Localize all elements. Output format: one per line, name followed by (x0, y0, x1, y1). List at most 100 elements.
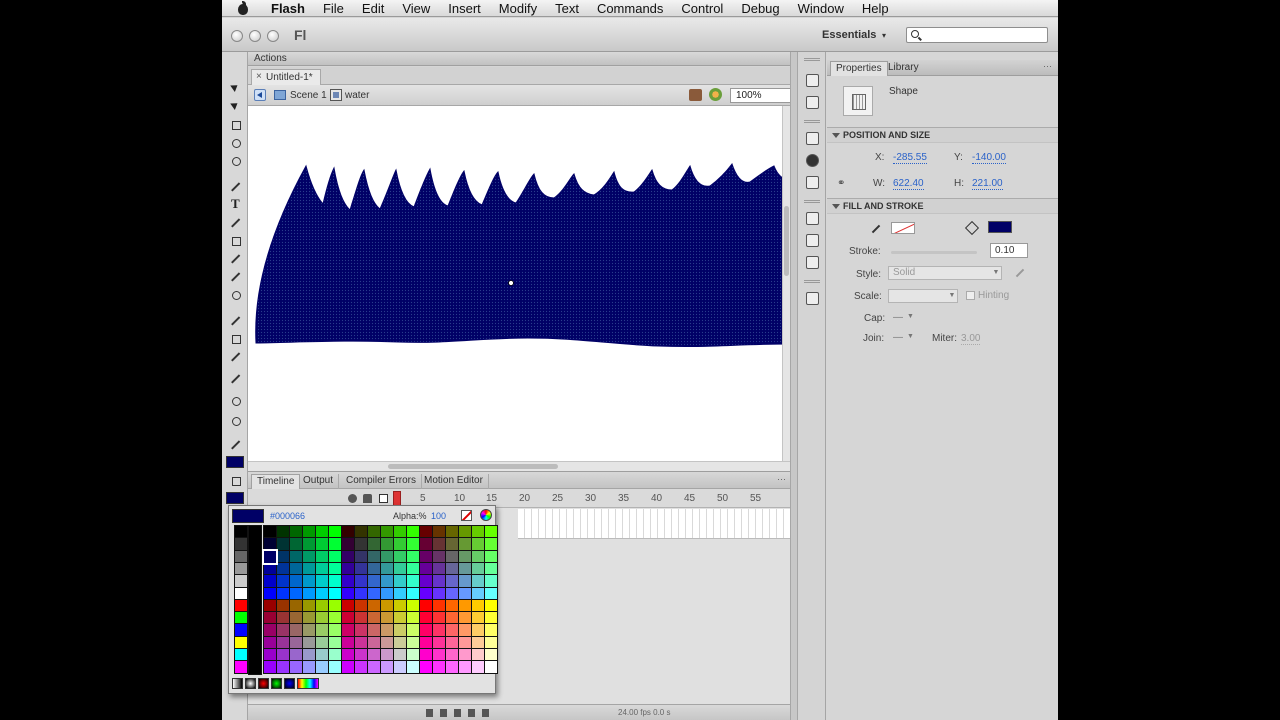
color-panel-icon[interactable] (806, 74, 819, 87)
color-swatch[interactable] (471, 525, 485, 539)
color-swatch[interactable] (380, 660, 394, 675)
color-swatch[interactable] (445, 648, 459, 662)
color-swatch[interactable] (328, 561, 342, 576)
color-swatch[interactable] (341, 623, 355, 638)
color-swatch[interactable] (276, 623, 290, 638)
chevron-down-icon[interactable]: ▼ (991, 267, 1001, 279)
panel-grip-icon[interactable]: ⋯ (777, 474, 786, 485)
color-swatch[interactable] (432, 574, 446, 589)
color-swatch[interactable] (263, 586, 277, 601)
color-swatch[interactable] (315, 525, 329, 539)
step-forward-icon[interactable] (468, 709, 475, 717)
color-swatch[interactable] (276, 648, 290, 662)
color-swatch[interactable] (354, 574, 368, 589)
close-window-button[interactable] (231, 30, 243, 42)
menu-modify[interactable]: Modify (490, 1, 546, 16)
align-panel-icon[interactable] (806, 132, 819, 145)
color-swatch[interactable] (263, 635, 277, 650)
color-swatch[interactable] (445, 660, 459, 675)
color-swatch[interactable] (484, 549, 498, 564)
color-swatch[interactable] (367, 574, 381, 589)
section-fill-stroke[interactable]: FILL AND STROKE (827, 198, 1058, 214)
color-swatch[interactable] (445, 574, 459, 589)
color-swatch[interactable] (234, 525, 248, 539)
color-swatch[interactable] (406, 598, 420, 613)
color-swatch[interactable] (315, 537, 329, 552)
breadcrumb-scene[interactable]: Scene 1 (290, 90, 327, 101)
text-tool[interactable] (229, 196, 242, 211)
lasso-tool[interactable] (229, 154, 242, 167)
deco-tool[interactable] (229, 288, 242, 301)
brush-tool[interactable] (229, 270, 242, 283)
color-swatch[interactable] (302, 586, 316, 601)
grip-icon[interactable] (804, 58, 820, 61)
color-swatch[interactable] (328, 611, 342, 626)
color-swatch[interactable] (380, 635, 394, 650)
color-swatch[interactable] (315, 586, 329, 601)
color-swatch[interactable] (341, 611, 355, 626)
stroke-input[interactable]: 0.10 (990, 243, 1028, 258)
color-swatch[interactable] (234, 623, 248, 638)
gradient-swatch[interactable] (284, 678, 295, 689)
color-swatch[interactable] (458, 648, 472, 662)
color-swatch[interactable] (484, 635, 498, 650)
color-swatch[interactable] (458, 525, 472, 539)
selection-tool[interactable] (229, 82, 242, 95)
panel-divider[interactable] (790, 52, 798, 720)
color-swatch[interactable] (315, 660, 329, 675)
color-swatch[interactable] (289, 635, 303, 650)
miter-value[interactable]: 3.00 (961, 333, 981, 345)
color-swatch[interactable] (432, 660, 446, 675)
color-swatch[interactable] (406, 623, 420, 638)
color-swatch[interactable] (263, 623, 277, 638)
step-back-icon[interactable] (440, 709, 447, 717)
color-swatch[interactable] (234, 574, 248, 589)
color-swatch[interactable] (276, 574, 290, 589)
document-tab[interactable]: × Untitled-1* (251, 69, 321, 85)
color-swatch[interactable] (354, 623, 368, 638)
transform-panel-icon[interactable] (806, 176, 819, 189)
edit-stroke-style-icon[interactable] (1015, 268, 1025, 278)
menu-file[interactable]: File (314, 1, 353, 16)
components-panel-icon[interactable] (806, 212, 819, 225)
color-swatch[interactable] (367, 561, 381, 576)
color-swatch[interactable] (432, 623, 446, 638)
chevron-down-icon[interactable]: ▼ (907, 313, 914, 320)
color-swatch[interactable] (406, 611, 420, 626)
color-swatch[interactable] (315, 648, 329, 662)
actions-panel-bar[interactable]: Actions ⋯ (248, 52, 790, 66)
color-swatch[interactable] (380, 549, 394, 564)
color-swatch[interactable] (380, 525, 394, 539)
color-swatch[interactable] (354, 561, 368, 576)
color-swatch[interactable] (484, 537, 498, 552)
color-swatch[interactable] (302, 660, 316, 675)
color-swatch[interactable] (263, 537, 277, 552)
color-swatch[interactable] (289, 561, 303, 576)
color-swatch[interactable] (289, 660, 303, 675)
color-swatch[interactable] (234, 598, 248, 613)
color-swatch[interactable] (234, 648, 248, 662)
join-select[interactable]: — (893, 332, 903, 343)
color-swatch[interactable] (458, 537, 472, 552)
color-swatch[interactable] (234, 660, 248, 675)
gradient-swatch[interactable] (245, 678, 256, 689)
color-swatch[interactable] (354, 648, 368, 662)
color-swatch[interactable] (419, 574, 433, 589)
eye-icon[interactable] (348, 494, 357, 503)
color-swatch[interactable] (341, 598, 355, 613)
color-swatch[interactable] (328, 648, 342, 662)
color-swatch[interactable] (380, 648, 394, 662)
color-swatch[interactable] (484, 586, 498, 601)
color-swatch[interactable] (419, 648, 433, 662)
color-swatch[interactable] (432, 537, 446, 552)
menu-edit[interactable]: Edit (353, 1, 393, 16)
color-swatch[interactable] (471, 648, 485, 662)
gradient-swatch[interactable] (297, 678, 319, 689)
stroke-slider[interactable] (891, 251, 977, 254)
free-transform-tool[interactable] (229, 118, 242, 131)
color-swatch[interactable] (393, 611, 407, 626)
color-swatch[interactable] (367, 660, 381, 675)
color-swatch[interactable] (276, 561, 290, 576)
color-swatch[interactable] (276, 660, 290, 675)
no-color-icon[interactable] (461, 510, 472, 521)
